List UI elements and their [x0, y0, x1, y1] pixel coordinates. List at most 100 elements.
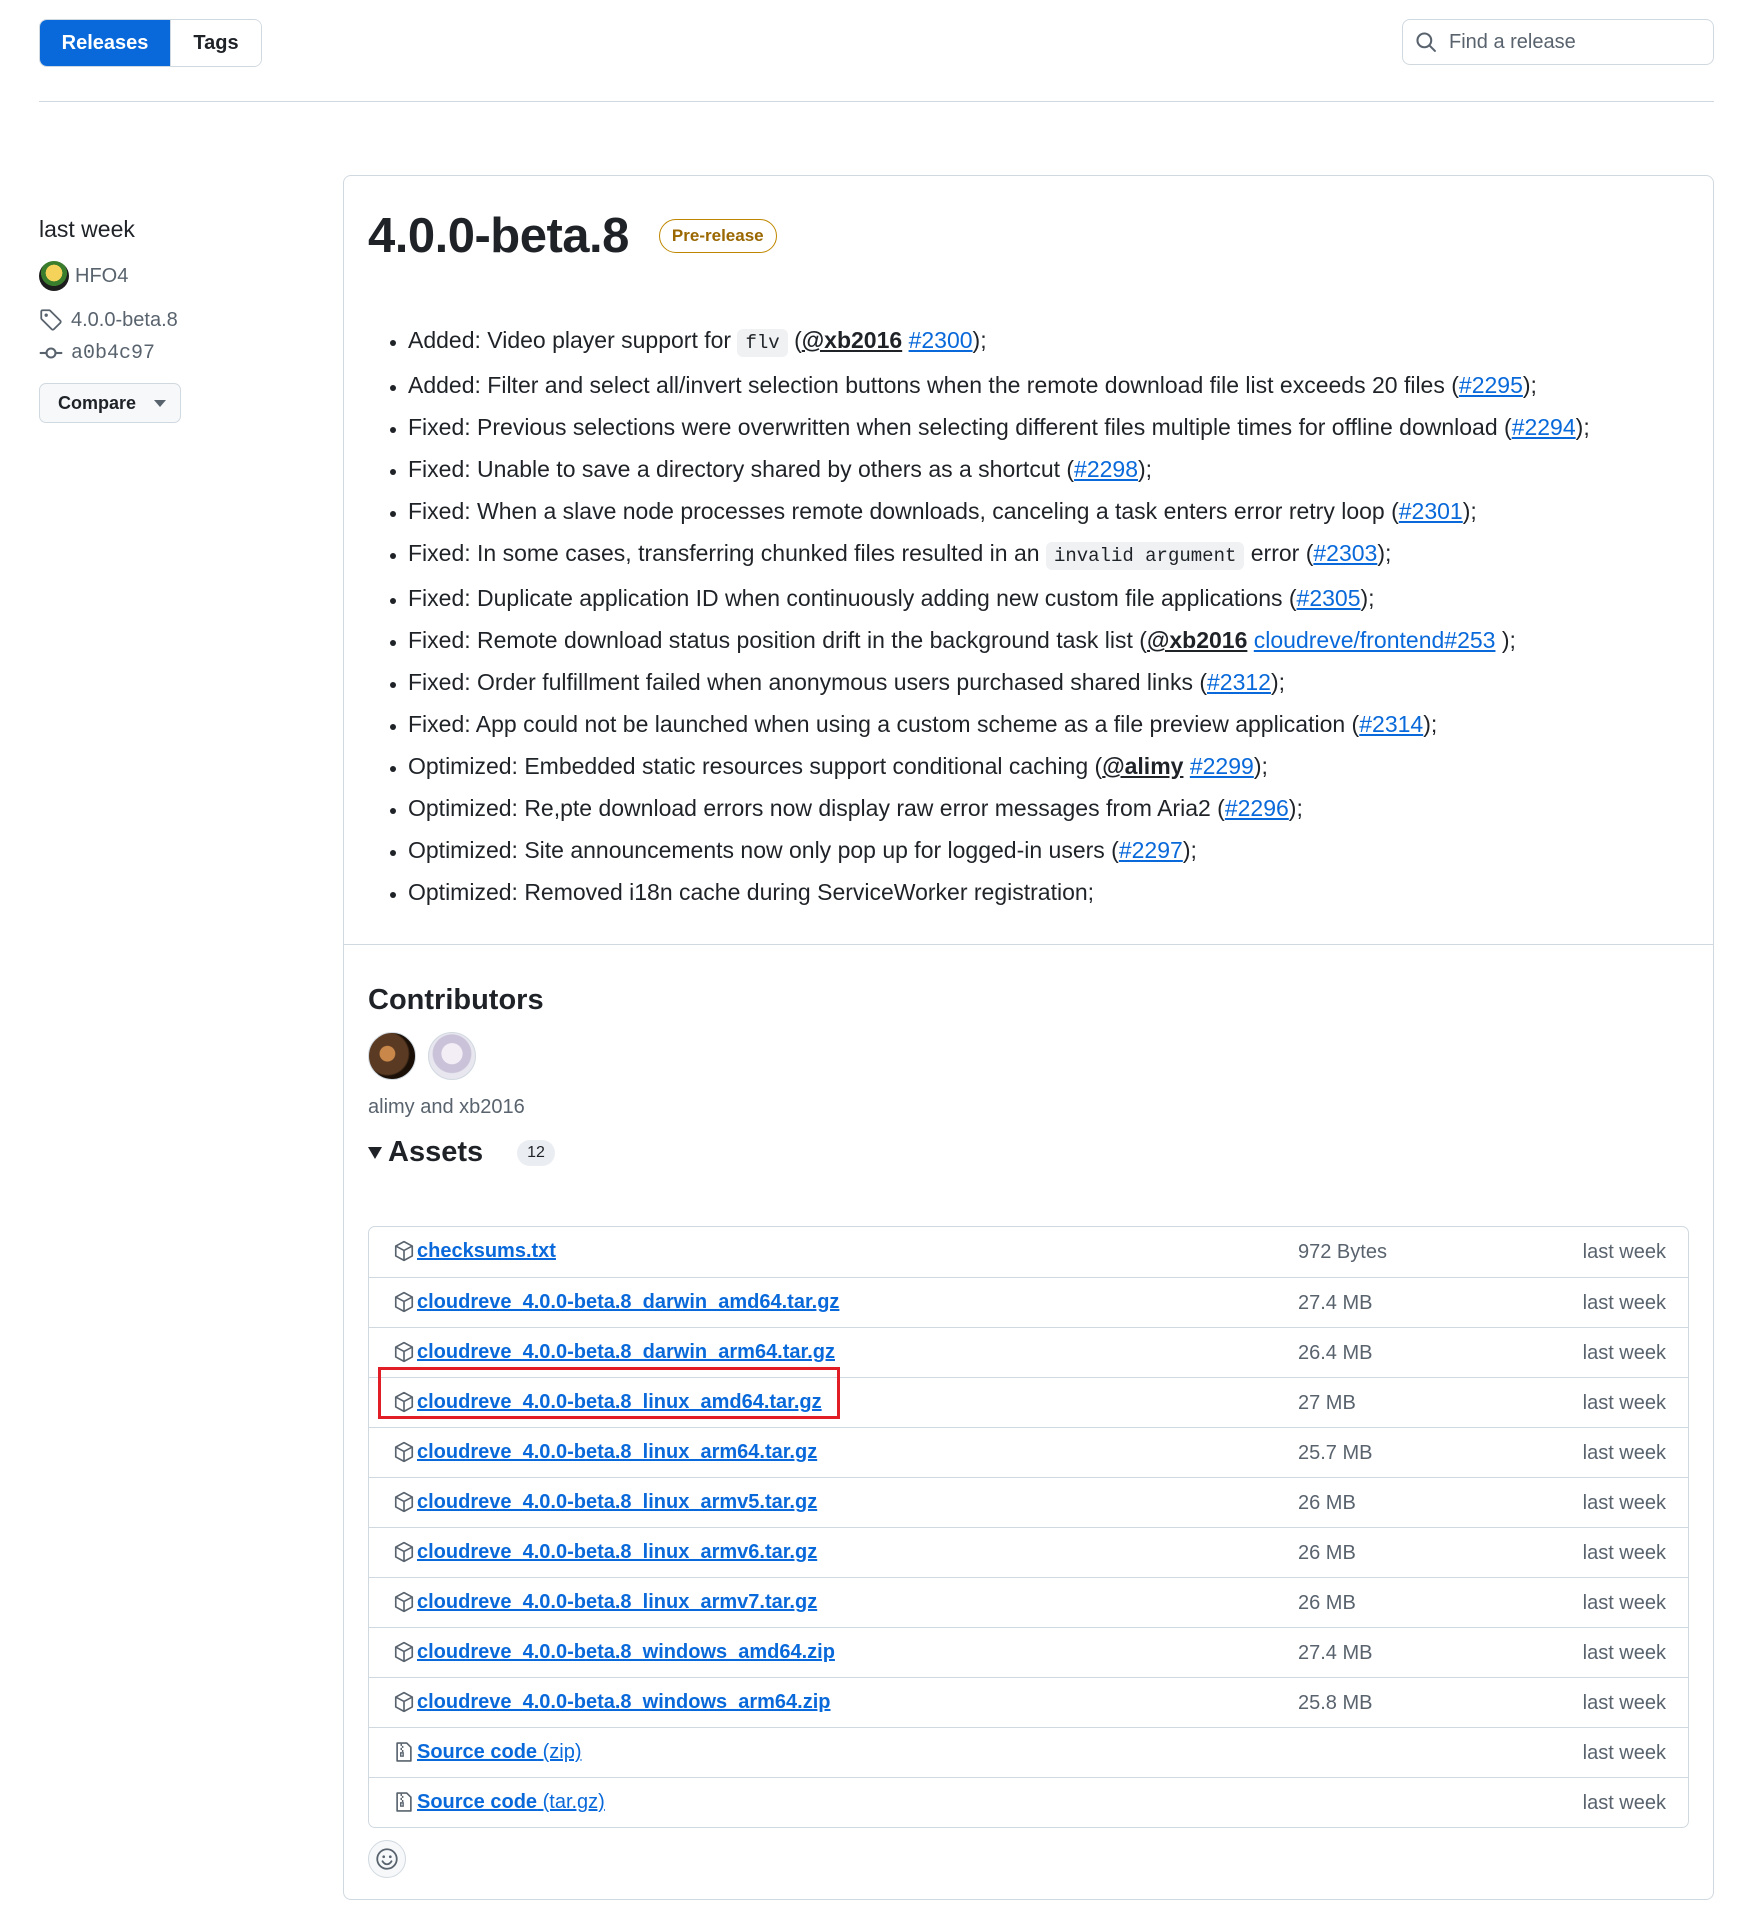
avatar-alimy[interactable]: [368, 1032, 416, 1080]
release-note-item: Fixed: Unable to save a directory shared…: [408, 448, 1728, 490]
asset-link[interactable]: cloudreve_4.0.0-beta.8_windows_arm64.zip: [417, 1691, 831, 1714]
asset-row: cloudreve_4.0.0-beta.8_windows_arm64.zip…: [369, 1677, 1688, 1727]
triangle-down-icon: [368, 1146, 382, 1159]
release-note-item: Fixed: When a slave node processes remot…: [408, 490, 1728, 532]
release-note-item: Added: Video player support for flv (@xb…: [408, 319, 1728, 364]
note-text: Optimized: Embedded static resources sup…: [408, 753, 1103, 779]
asset-time: last week: [1582, 1342, 1666, 1364]
note-text: );: [972, 327, 987, 353]
issue-link[interactable]: #2295: [1459, 372, 1523, 398]
asset-name: cloudreve_4.0.0-beta.8_darwin_amd64.tar.…: [417, 1291, 840, 1313]
asset-time: last week: [1582, 1592, 1666, 1614]
asset-name: cloudreve_4.0.0-beta.8_linux_armv7.tar.g…: [417, 1591, 818, 1613]
asset-time: last week: [1582, 1292, 1666, 1314]
asset-link[interactable]: cloudreve_4.0.0-beta.8_linux_armv7.tar.g…: [417, 1591, 817, 1614]
asset-link[interactable]: cloudreve_4.0.0-beta.8_linux_armv5.tar.g…: [417, 1491, 817, 1514]
asset-link[interactable]: cloudreve_4.0.0-beta.8_windows_amd64.zip: [417, 1641, 835, 1664]
asset-name: cloudreve_4.0.0-beta.8_windows_amd64.zip: [417, 1641, 835, 1663]
asset-size: 25.7 MB: [1298, 1442, 1373, 1464]
user-mention[interactable]: @alimy: [1102, 753, 1183, 779]
note-text: );: [1253, 753, 1268, 779]
asset-time: last week: [1582, 1241, 1666, 1263]
commit-sha[interactable]: a0b4c97: [71, 342, 155, 365]
asset-row: Source code (tar.gz) last week: [369, 1777, 1688, 1827]
asset-link[interactable]: cloudreve_4.0.0-beta.8_darwin_amd64.tar.…: [417, 1291, 839, 1314]
smiley-icon: [376, 1848, 398, 1870]
note-text: );: [1495, 627, 1516, 653]
asset-row: cloudreve_4.0.0-beta.8_linux_arm64.tar.g…: [369, 1427, 1688, 1477]
assets-label: Assets: [388, 1136, 484, 1168]
tab-releases[interactable]: Releases: [40, 20, 170, 66]
asset-name: cloudreve_4.0.0-beta.8_darwin_arm64.tar.…: [417, 1341, 835, 1363]
asset-row: cloudreve_4.0.0-beta.8_linux_amd64.tar.g…: [369, 1377, 1688, 1427]
author-row[interactable]: HFO4: [39, 261, 128, 291]
issue-link[interactable]: cloudreve/frontend#253: [1254, 627, 1496, 653]
issue-link[interactable]: #2294: [1512, 414, 1576, 440]
package-icon: [393, 1491, 415, 1513]
note-text: Optimized: Re,pte download errors now di…: [408, 795, 1225, 821]
note-text: error (: [1244, 540, 1314, 566]
commit-row[interactable]: a0b4c97: [39, 341, 155, 365]
note-text: );: [1522, 372, 1537, 398]
note-text: Fixed: Remote download status position d…: [408, 627, 1147, 653]
tag-name[interactable]: 4.0.0-beta.8: [71, 309, 178, 332]
note-text: Fixed: Unable to save a directory shared…: [408, 456, 1075, 482]
note-text: Added: Filter and select all/invert sele…: [408, 372, 1459, 398]
issue-link[interactable]: #2297: [1119, 837, 1183, 863]
asset-link[interactable]: checksums.txt: [417, 1240, 556, 1263]
note-text: Fixed: In some cases, transferring chunk…: [408, 540, 1046, 566]
issue-link[interactable]: #2298: [1074, 456, 1138, 482]
asset-name: cloudreve_4.0.0-beta.8_linux_arm64.tar.g…: [417, 1441, 818, 1463]
asset-row: cloudreve_4.0.0-beta.8_linux_armv6.tar.g…: [369, 1527, 1688, 1577]
compare-label: Compare: [58, 392, 137, 413]
release-note-item: Fixed: Duplicate application ID when con…: [408, 577, 1728, 619]
issue-link[interactable]: #2299: [1190, 753, 1254, 779]
issue-link[interactable]: #2314: [1359, 711, 1423, 737]
issue-link[interactable]: #2301: [1399, 498, 1463, 524]
asset-name-suffix: (tar.gz): [537, 1791, 605, 1813]
user-mention[interactable]: @xb2016: [1147, 627, 1247, 653]
release-note-item: Optimized: Removed i18n cache during Ser…: [408, 871, 1728, 913]
release-note-item: Optimized: Re,pte download errors now di…: [408, 787, 1728, 829]
package-icon: [393, 1591, 415, 1613]
asset-name: Source code: [417, 1741, 538, 1763]
asset-link[interactable]: Source code (tar.gz): [417, 1791, 605, 1814]
release-notes: Added: Video player support for flv (@xb…: [368, 319, 1728, 913]
assets-toggle[interactable]: Assets 12: [368, 1136, 555, 1169]
issue-link[interactable]: #2296: [1225, 795, 1289, 821]
note-text: );: [1288, 795, 1303, 821]
release-card: 4.0.0-beta.8 Pre-release Added: Video pl…: [343, 175, 1714, 1900]
issue-link[interactable]: #2300: [909, 327, 973, 353]
avatar: [39, 261, 69, 291]
asset-link[interactable]: Source code (zip): [417, 1741, 582, 1764]
author-name[interactable]: HFO4: [75, 265, 128, 288]
note-text: );: [1182, 837, 1197, 863]
tab-tags[interactable]: Tags: [170, 20, 261, 66]
note-text: Fixed: Duplicate application ID when con…: [408, 585, 1297, 611]
asset-link[interactable]: cloudreve_4.0.0-beta.8_linux_arm64.tar.g…: [417, 1441, 817, 1464]
asset-size: 25.8 MB: [1298, 1692, 1373, 1714]
asset-link[interactable]: cloudreve_4.0.0-beta.8_darwin_arm64.tar.…: [417, 1341, 835, 1364]
search-input[interactable]: [1447, 29, 1701, 55]
asset-link[interactable]: cloudreve_4.0.0-beta.8_linux_armv6.tar.g…: [417, 1541, 817, 1564]
add-reaction-button[interactable]: [368, 1840, 406, 1878]
note-text: (: [787, 327, 802, 353]
issue-link[interactable]: #2312: [1207, 669, 1271, 695]
asset-name: cloudreve_4.0.0-beta.8_windows_arm64.zip: [417, 1691, 831, 1713]
asset-time: last week: [1582, 1392, 1666, 1414]
note-text: );: [1138, 456, 1153, 482]
issue-link[interactable]: #2303: [1313, 540, 1377, 566]
asset-link[interactable]: cloudreve_4.0.0-beta.8_linux_amd64.tar.g…: [417, 1391, 822, 1414]
note-text: Fixed: When a slave node processes remot…: [408, 498, 1399, 524]
prerelease-badge: Pre-release: [658, 219, 777, 253]
release-title[interactable]: 4.0.0-beta.8: [368, 208, 629, 264]
note-text: );: [1360, 585, 1375, 611]
asset-size: 26.4 MB: [1298, 1342, 1373, 1364]
user-mention[interactable]: @xb2016: [802, 327, 902, 353]
issue-link[interactable]: #2305: [1297, 585, 1361, 611]
tag-row[interactable]: 4.0.0-beta.8: [39, 308, 178, 332]
avatar-xb2016[interactable]: [428, 1032, 476, 1080]
compare-button[interactable]: Compare: [39, 383, 181, 423]
file-zip-icon: [393, 1741, 415, 1763]
release-note-item: Optimized: Site announcements now only p…: [408, 829, 1728, 871]
